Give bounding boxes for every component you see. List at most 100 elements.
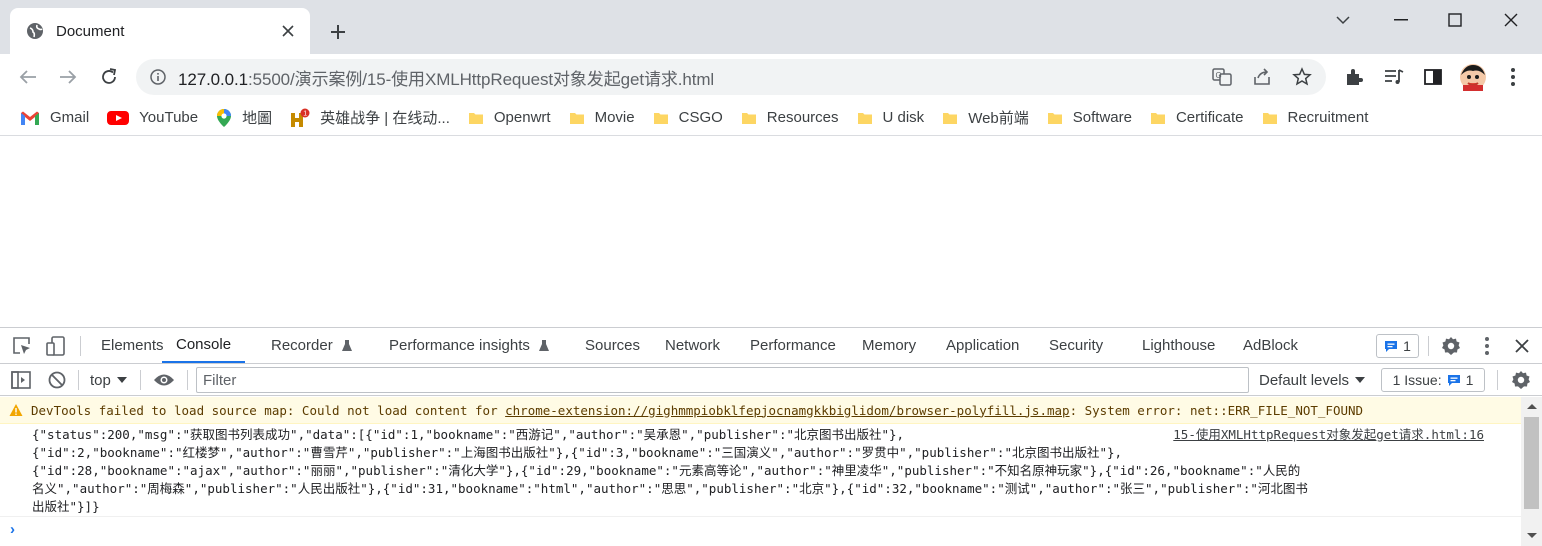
tab-network[interactable]: Network: [665, 328, 720, 363]
bookmark-folder-recruitment[interactable]: Recruitment: [1258, 104, 1377, 132]
bookmark-label: Certificate: [1175, 109, 1244, 126]
tab-recorder-label: Recorder: [271, 337, 333, 354]
scroll-up-arrow-icon[interactable]: [1527, 404, 1537, 409]
separator: [140, 370, 141, 390]
filter-input[interactable]: [203, 371, 1248, 389]
live-expression-eye-icon[interactable]: [152, 368, 176, 392]
console-messages: DevTools failed to load source map: Coul…: [0, 397, 1521, 546]
tab-application[interactable]: Application: [946, 328, 1019, 363]
log-levels-label: Default levels: [1259, 371, 1350, 389]
svg-text:G: G: [1216, 71, 1222, 80]
close-devtools-icon[interactable]: [1510, 334, 1534, 358]
tab-performance-insights[interactable]: Performance insights: [389, 328, 550, 363]
context-label: top: [90, 371, 111, 389]
warning-suffix: : System error: net::ERR_FILE_NOT_FOUND: [1069, 402, 1364, 418]
message-icon: [1447, 374, 1460, 386]
bookmark-folder-resources[interactable]: Resources: [737, 104, 847, 132]
tab-console[interactable]: Console: [162, 328, 246, 363]
tab-lighthouse[interactable]: Lighthouse: [1142, 328, 1215, 363]
bookmark-label: CSGO: [678, 109, 723, 126]
reload-button[interactable]: [93, 61, 125, 93]
log-line: {"id":2,"bookname":"红楼梦","author":"曹雪芹",…: [32, 445, 1123, 460]
bookmark-label: Resources: [766, 109, 839, 126]
maximize-button[interactable]: [1428, 0, 1482, 40]
translate-icon[interactable]: G: [1210, 65, 1234, 89]
folder-icon: [741, 112, 756, 124]
browser-toolbar: 127.0.0.1:5500/演示案例/15-使用XMLHttpRequest对…: [0, 54, 1542, 100]
share-icon[interactable]: [1250, 65, 1274, 89]
issues-badge[interactable]: 1: [1376, 334, 1419, 358]
bookmark-folder-udisk[interactable]: U disk: [853, 104, 933, 132]
dropdown-arrow-icon: [116, 377, 127, 383]
browser-tab[interactable]: Document: [10, 8, 310, 54]
new-tab-button[interactable]: [326, 20, 350, 44]
warning-source-link[interactable]: chrome-extension://gighmmpiobklfepjocnam…: [505, 403, 1069, 418]
bookmark-label: YouTube: [139, 109, 199, 126]
bookmark-youtube[interactable]: YouTube: [103, 104, 206, 132]
console-warning: DevTools failed to load source map: Coul…: [0, 397, 1521, 424]
bookmark-star-icon[interactable]: [1290, 65, 1314, 89]
extensions-icon[interactable]: [1338, 61, 1370, 93]
warning-prefix: DevTools failed to load source map: Coul…: [31, 402, 506, 418]
separator: [78, 370, 79, 390]
svg-text:1: 1: [303, 110, 307, 117]
info-icon[interactable]: [150, 69, 166, 85]
tab-close-icon[interactable]: [278, 21, 298, 41]
folder-icon: [857, 112, 872, 124]
sidebar-toggle-icon[interactable]: [9, 368, 33, 392]
back-button[interactable]: [12, 61, 44, 93]
reading-list-icon[interactable]: [1378, 61, 1410, 93]
scroll-down-arrow-icon[interactable]: [1527, 533, 1537, 538]
url-text[interactable]: 127.0.0.1:5500/演示案例/15-使用XMLHttpRequest对…: [178, 65, 714, 90]
tab-performance[interactable]: Performance: [750, 328, 836, 363]
tab-security[interactable]: Security: [1049, 328, 1103, 363]
tab-recorder[interactable]: Recorder: [271, 328, 353, 363]
console-log-entry[interactable]: {"status":200,"msg":"获取图书列表成功","data":[{…: [0, 424, 1521, 517]
address-bar[interactable]: 127.0.0.1:5500/演示案例/15-使用XMLHttpRequest对…: [136, 59, 1326, 95]
close-window-button[interactable]: [1484, 0, 1538, 40]
bookmark-folder-openwrt[interactable]: Openwrt: [464, 104, 559, 132]
menu-icon[interactable]: [1497, 61, 1529, 93]
tab-sources[interactable]: Sources: [585, 328, 640, 363]
issues-count: 1: [1403, 338, 1411, 354]
bookmark-maps[interactable]: 地圖: [212, 104, 280, 132]
more-options-icon[interactable]: [1475, 334, 1499, 358]
folder-icon: [1150, 112, 1165, 124]
bookmark-label: Gmail: [50, 109, 90, 126]
bookmark-folder-software[interactable]: Software: [1043, 104, 1140, 132]
log-levels-dropdown[interactable]: Default levels: [1259, 368, 1366, 392]
bookmark-label: Web前端: [968, 110, 1029, 127]
device-toolbar-icon[interactable]: [44, 334, 68, 358]
log-source-link[interactable]: 15-使用XMLHttpRequest对象发起get请求.html:16: [1165, 426, 1484, 444]
console-prompt-chevron-icon[interactable]: ›: [10, 521, 15, 538]
inspect-element-icon[interactable]: [10, 334, 34, 358]
minimize-button[interactable]: [1374, 0, 1428, 40]
log-line: 出版社"}]}: [32, 499, 100, 514]
issue-counter-button[interactable]: 1 Issue: 1: [1381, 368, 1485, 392]
tab-elements[interactable]: Elements: [101, 328, 164, 363]
avatar[interactable]: [1457, 61, 1489, 93]
tab-search-icon[interactable]: [1316, 0, 1370, 40]
bookmark-label: 英雄战争 | 在线动...: [320, 110, 450, 127]
bookmark-folder-csgo[interactable]: CSGO: [649, 104, 731, 132]
scroll-thumb[interactable]: [1524, 417, 1539, 509]
bookmark-folder-movie[interactable]: Movie: [565, 104, 643, 132]
folder-icon: [468, 112, 483, 124]
bookmark-folder-certificate[interactable]: Certificate: [1146, 104, 1252, 132]
bookmark-folder-web[interactable]: Web前端: [938, 104, 1037, 132]
bookmark-game[interactable]: 1 英雄战争 | 在线动...: [286, 104, 458, 132]
console-settings-gear-icon[interactable]: [1509, 368, 1533, 392]
tab-performance-insights-label: Performance insights: [389, 337, 530, 354]
settings-gear-icon[interactable]: [1439, 334, 1463, 358]
clear-console-icon[interactable]: [45, 368, 69, 392]
folder-icon: [943, 112, 958, 124]
tab-adblock[interactable]: AdBlock: [1243, 328, 1298, 363]
tab-memory[interactable]: Memory: [862, 328, 916, 363]
context-selector[interactable]: top: [90, 368, 127, 392]
forward-button[interactable]: [52, 61, 84, 93]
bookmark-gmail[interactable]: Gmail: [16, 104, 97, 132]
console-scrollbar[interactable]: [1521, 397, 1542, 546]
experiment-flask-icon: [538, 339, 549, 351]
side-panel-icon[interactable]: [1417, 61, 1449, 93]
maps-icon: [217, 108, 232, 127]
